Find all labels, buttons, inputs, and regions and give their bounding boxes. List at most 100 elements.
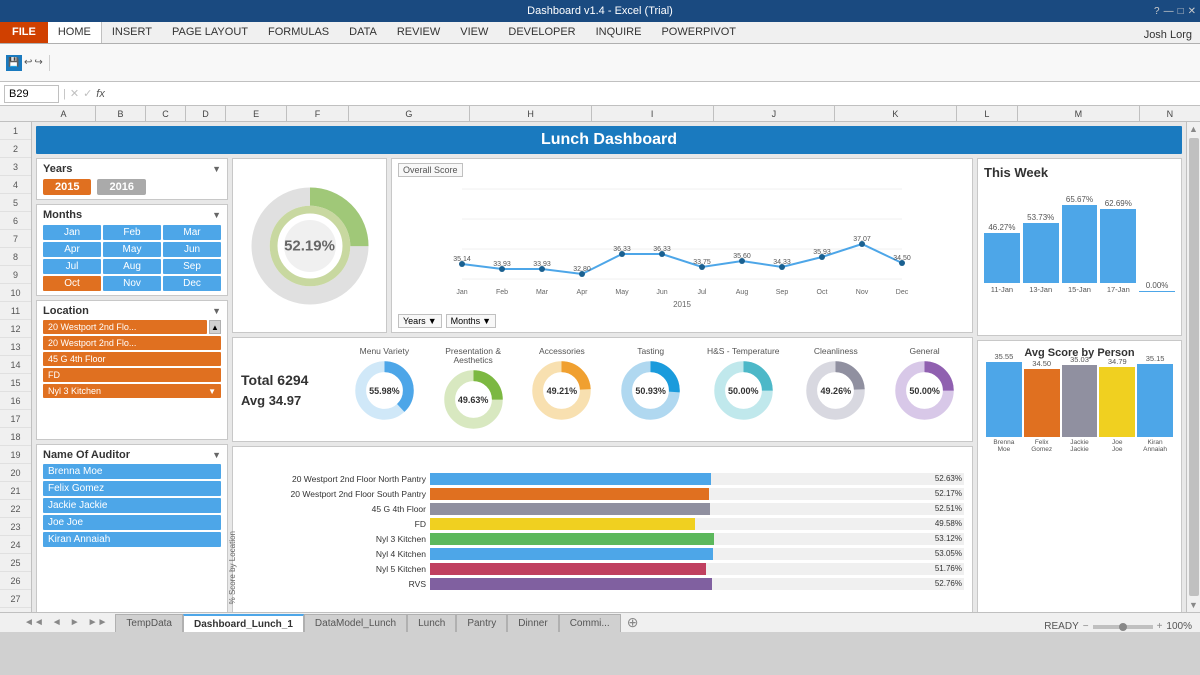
- month-may[interactable]: May: [103, 242, 161, 257]
- tab-page-layout[interactable]: PAGE LAYOUT: [162, 21, 258, 43]
- tab-nav-left[interactable]: ◄◄: [20, 612, 48, 632]
- auditor-kiran[interactable]: Kiran Annaiah: [43, 532, 221, 547]
- avg-by-person-panel: Avg Score by Person 35.55 BrennaMoe 34.5…: [977, 340, 1182, 612]
- loc-bar-4: FD: [255, 519, 430, 529]
- location-filter-icon[interactable]: ▼: [212, 306, 221, 316]
- month-oct[interactable]: Oct: [43, 276, 101, 291]
- user-name: Josh Lorg: [1136, 27, 1200, 43]
- tab-home[interactable]: HOME: [48, 21, 102, 43]
- location-item-4[interactable]: FD: [43, 368, 221, 382]
- auditor-brenna[interactable]: Brenna Moe: [43, 464, 221, 479]
- auditor-filter-icon[interactable]: ▼: [212, 450, 221, 460]
- row-header-17: 17: [0, 410, 31, 428]
- line-chart: Overall Score: [391, 158, 973, 333]
- location-item-5[interactable]: Nyl 3 Kitchen ▼: [43, 384, 221, 398]
- row-header-10: 10: [0, 284, 31, 302]
- row-header-11: 11: [0, 302, 31, 320]
- auditor-felix[interactable]: Felix Gomez: [43, 481, 221, 496]
- year-2016-btn[interactable]: 2016: [97, 179, 145, 195]
- title-bar-text: Dashboard v1.4 - Excel (Trial): [527, 5, 673, 17]
- svg-text:Apr: Apr: [577, 289, 589, 296]
- row-header-7: 7: [0, 230, 31, 248]
- year-2015-btn[interactable]: 2015: [43, 179, 91, 195]
- sheet-tab-dinner[interactable]: Dinner: [507, 614, 558, 632]
- month-apr[interactable]: Apr: [43, 242, 101, 257]
- tab-formulas[interactable]: FORMULAS: [258, 21, 339, 43]
- sheet-tab-tempdata[interactable]: TempData: [115, 614, 183, 632]
- tab-powerpivot[interactable]: POWERPIVOT: [651, 21, 746, 43]
- col-header-d: D: [186, 106, 226, 121]
- sheet-tab-dashboard[interactable]: Dashboard_Lunch_1: [183, 614, 304, 632]
- zoom-out[interactable]: −: [1083, 621, 1089, 632]
- month-nov[interactable]: Nov: [103, 276, 161, 291]
- svg-text:35.60: 35.60: [733, 253, 751, 260]
- tab-nav-prev[interactable]: ◄: [48, 612, 66, 632]
- metric-presentation: Presentation &Aesthetics 49.63%: [441, 347, 506, 433]
- svg-text:Dec: Dec: [896, 289, 909, 296]
- row-header-27: 27: [0, 590, 31, 608]
- years-dropdown[interactable]: Years ▼: [398, 314, 442, 328]
- month-aug[interactable]: Aug: [103, 259, 161, 274]
- location-item-2[interactable]: 20 Westport 2nd Flo...: [43, 336, 221, 350]
- tab-insert[interactable]: INSERT: [102, 21, 162, 43]
- sheet-tab-pantry[interactable]: Pantry: [456, 614, 507, 632]
- tab-review[interactable]: REVIEW: [387, 21, 450, 43]
- cancel-icon[interactable]: ✕: [70, 87, 79, 100]
- svg-text:Oct: Oct: [817, 289, 828, 296]
- row-header-5: 5: [0, 194, 31, 212]
- month-dec[interactable]: Dec: [163, 276, 221, 291]
- months-filter-icon[interactable]: ▼: [212, 210, 221, 220]
- zoom-slider[interactable]: [1093, 625, 1153, 629]
- quick-access-undo[interactable]: ↩: [24, 57, 32, 68]
- loc-bar-7: Nyl 5 Kitchen: [255, 564, 430, 574]
- location-chart-y-label: % Score by Location: [228, 531, 237, 604]
- auditor-jackie[interactable]: Jackie Jackie: [43, 498, 221, 513]
- row-header-15: 15: [0, 374, 31, 392]
- add-sheet-btn[interactable]: ⊕: [621, 612, 645, 632]
- row-header-21: 21: [0, 482, 31, 500]
- confirm-icon[interactable]: ✓: [83, 87, 92, 100]
- loc-bar-1: 20 Westport 2nd Floor North Pantry: [255, 474, 430, 484]
- years-label: Years: [43, 163, 72, 175]
- auditor-label: Name Of Auditor: [43, 449, 130, 461]
- months-dropdown[interactable]: Months ▼: [446, 314, 496, 328]
- svg-text:Mar: Mar: [536, 289, 549, 296]
- sheet-tab-datamodel[interactable]: DataModel_Lunch: [304, 614, 407, 632]
- zoom-in[interactable]: +: [1157, 621, 1163, 632]
- quick-access-redo[interactable]: ↪: [34, 57, 42, 68]
- location-item-1[interactable]: 20 Westport 2nd Flo...: [43, 320, 207, 334]
- vertical-scrollbar[interactable]: ▲ ▼: [1186, 122, 1200, 612]
- cell-ref-box[interactable]: [4, 85, 59, 103]
- fx-icon[interactable]: fx: [96, 88, 105, 100]
- tab-view[interactable]: VIEW: [450, 21, 498, 43]
- years-filter-icon[interactable]: ▼: [212, 164, 221, 174]
- formula-input[interactable]: [109, 85, 1196, 103]
- month-sep[interactable]: Sep: [163, 259, 221, 274]
- row-header-13: 13: [0, 338, 31, 356]
- total-label: Total 6294: [241, 371, 337, 389]
- svg-text:33.93: 33.93: [533, 261, 551, 268]
- auditor-joe[interactable]: Joe Joe: [43, 515, 221, 530]
- sheet-tab-commi[interactable]: Commi...: [559, 614, 621, 632]
- month-jun[interactable]: Jun: [163, 242, 221, 257]
- sheet-tab-lunch[interactable]: Lunch: [407, 614, 456, 632]
- month-feb[interactable]: Feb: [103, 225, 161, 240]
- quick-access-save[interactable]: 💾: [6, 55, 22, 71]
- tab-nav-right[interactable]: ►►: [84, 612, 112, 632]
- metric-accessories: Accessories 49.21%: [529, 347, 594, 433]
- loc-bar-5: Nyl 3 Kitchen: [255, 534, 430, 544]
- tab-inquire[interactable]: INQUIRE: [586, 21, 652, 43]
- svg-text:32.80: 32.80: [573, 266, 591, 273]
- metric-tasting: Tasting 50.93%: [618, 347, 683, 433]
- tab-data[interactable]: DATA: [339, 21, 387, 43]
- col-header-l: L: [957, 106, 1018, 121]
- svg-text:Jun: Jun: [656, 289, 667, 296]
- month-jul[interactable]: Jul: [43, 259, 101, 274]
- tab-file[interactable]: FILE: [0, 21, 48, 43]
- month-jan[interactable]: Jan: [43, 225, 101, 240]
- tab-developer[interactable]: DEVELOPER: [498, 21, 585, 43]
- tab-nav-next[interactable]: ►: [66, 612, 84, 632]
- col-header-j: J: [714, 106, 836, 121]
- month-mar[interactable]: Mar: [163, 225, 221, 240]
- location-item-3[interactable]: 45 G 4th Floor: [43, 352, 221, 366]
